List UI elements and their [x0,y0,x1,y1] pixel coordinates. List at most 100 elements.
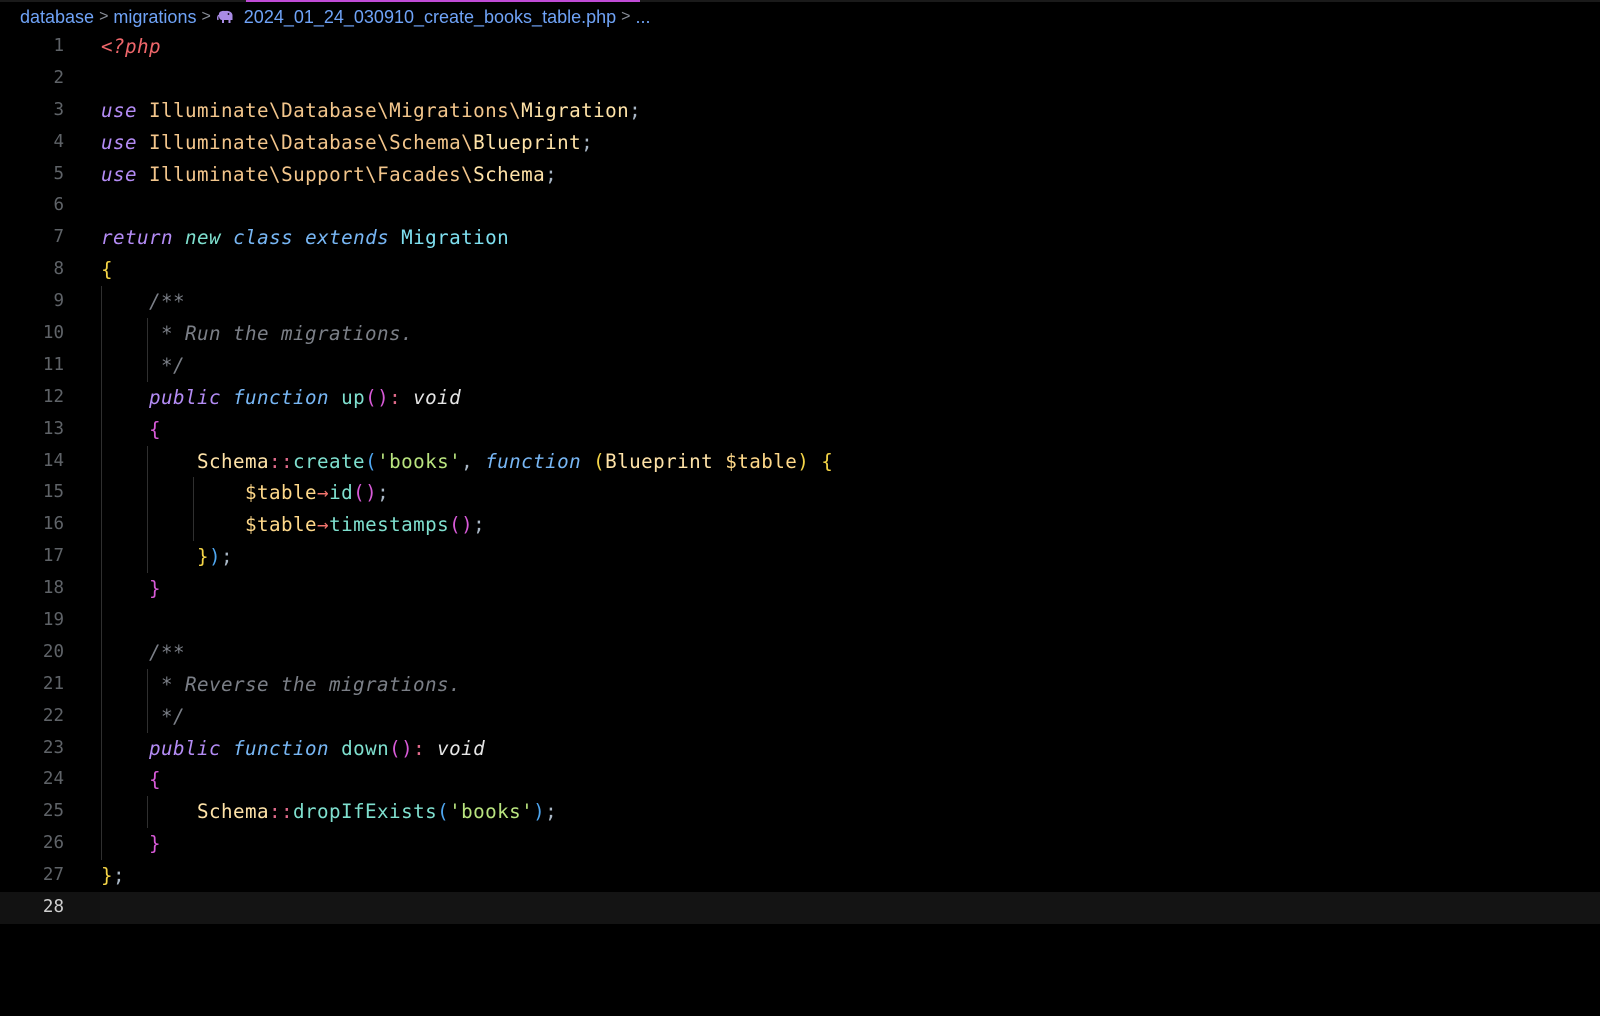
code-text: { [101,254,113,286]
line-number: 18 [42,578,64,599]
parens: () [365,385,390,409]
keyword-use: use [101,162,138,186]
doc-comment: */ [161,704,186,728]
breadcrumb-item-migrations[interactable]: migrations [113,7,196,28]
line-number: 10 [42,323,64,344]
code-editor[interactable]: 1 <?php 2 3 use Illuminate\Database\Migr… [0,31,1600,924]
semicolon: ; [629,98,642,122]
line-number: 25 [42,801,64,822]
code-text: { [101,414,161,446]
keyword-function: function [485,449,582,473]
keyword-use: use [101,98,138,122]
code-text: * Reverse the migrations. [101,669,461,701]
code-line[interactable]: 24 { [0,764,1600,797]
code-line[interactable]: 8 { [0,254,1600,286]
method-name: timestamps [329,513,450,537]
code-line[interactable]: 4 use Illuminate\Database\Schema\Bluepri… [0,127,1600,159]
class-name: Migration [401,226,510,250]
line-number: 22 [42,705,64,726]
namespace-segment: Database\ [281,130,390,154]
code-line[interactable]: 16 $table→timestamps(); [0,509,1600,542]
doc-comment: * Reverse the migrations. [161,672,462,696]
line-number: 19 [42,610,64,631]
class-name: Schema [197,800,270,824]
arrow-operator: → [317,513,330,537]
ws [221,737,233,760]
code-line-current[interactable]: 28 [0,892,1600,924]
namespace-segment: Database\ [281,98,390,122]
code-line[interactable]: 18 } [0,573,1600,606]
ws [293,226,305,249]
code-text: */ [101,701,185,733]
code-line[interactable]: 17 }); [0,541,1600,574]
semicolon: ; [113,864,126,888]
code-text: use Illuminate\Support\Facades\Schema; [101,159,557,191]
code-line[interactable]: 15 $table→id(); [0,477,1600,510]
code-text: public function up(): void [101,382,461,414]
return-type: void [437,736,486,760]
code-line[interactable]: 6 [0,190,1600,222]
code-line[interactable]: 19 [0,605,1600,637]
code-line[interactable]: 13 { [0,413,1600,446]
string-literal: 'books' [449,800,534,824]
code-line[interactable]: 14 Schema::create('books', function (Blu… [0,445,1600,478]
code-text: public function down(): void [101,733,485,765]
function-name: up [341,385,366,409]
code-line[interactable]: 23 public function down(): void [0,732,1600,765]
namespace-segment: Migrations\ [389,98,522,122]
ws [809,450,821,473]
line-number: 6 [53,195,64,216]
ws [137,99,149,122]
code-line[interactable]: 10 * Run the migrations. [0,318,1600,350]
breadcrumb-item-file[interactable]: 2024_01_24_030910_create_books_table.php [244,7,616,28]
doc-comment: */ [161,353,186,377]
code-line[interactable]: 22 */ [0,700,1600,733]
code-line[interactable]: 1 <?php [0,31,1600,63]
line-number: 15 [42,482,64,503]
method-name: dropIfExists [293,800,438,824]
code-line[interactable]: 20 /** [0,636,1600,669]
code-line[interactable]: 27 }; [0,860,1600,892]
code-text: use Illuminate\Database\Migrations\Migra… [101,95,641,127]
code-line[interactable]: 12 public function up(): void [0,381,1600,414]
keyword-function: function [233,385,330,409]
breadcrumb-item-symbols[interactable]: ... [635,7,650,28]
code-line[interactable]: 9 /** [0,286,1600,319]
line-number: 5 [53,163,64,184]
code-line[interactable]: 3 use Illuminate\Database\Migrations\Mig… [0,95,1600,127]
line-number: 17 [42,546,64,567]
ws [389,226,401,249]
paren: ( [437,800,450,824]
code-line[interactable]: 5 use Illuminate\Support\Facades\Schema; [0,159,1600,191]
line-number: 26 [42,833,64,854]
code-line[interactable]: 2 [0,63,1600,95]
code-line[interactable]: 7 return new class extends Migration [0,222,1600,254]
line-number: 28 [42,897,64,918]
brace: } [149,832,162,856]
line-number: 20 [42,641,64,662]
line-number: 7 [53,227,64,248]
php-elephant-icon [216,10,233,23]
code-text: } [101,573,161,605]
keyword-public: public [149,736,222,760]
code-text: */ [101,350,185,382]
breadcrumb: database > migrations > 2024_01_24_03091… [20,5,651,29]
ws [221,386,233,409]
paren: ) [797,449,810,473]
code-line[interactable]: 11 */ [0,349,1600,382]
class-name: Blueprint [605,449,714,473]
method-name: create [293,449,366,473]
code-line[interactable]: 26 } [0,828,1600,861]
breadcrumb-separator: > [99,8,109,25]
keyword-function: function [233,736,330,760]
semicolon: ; [545,162,558,186]
tab-bar-strip [0,0,1600,2]
ws [713,450,725,473]
code-text: Schema::create('books', function (Bluepr… [101,446,833,478]
code-line[interactable]: 21 * Reverse the migrations. [0,668,1600,701]
breadcrumb-item-database[interactable]: database [20,7,94,28]
parens: () [449,513,474,537]
code-text: return new class extends Migration [101,222,509,254]
line-number: 2 [53,67,64,88]
code-line[interactable]: 25 Schema::dropIfExists('books'); [0,796,1600,829]
